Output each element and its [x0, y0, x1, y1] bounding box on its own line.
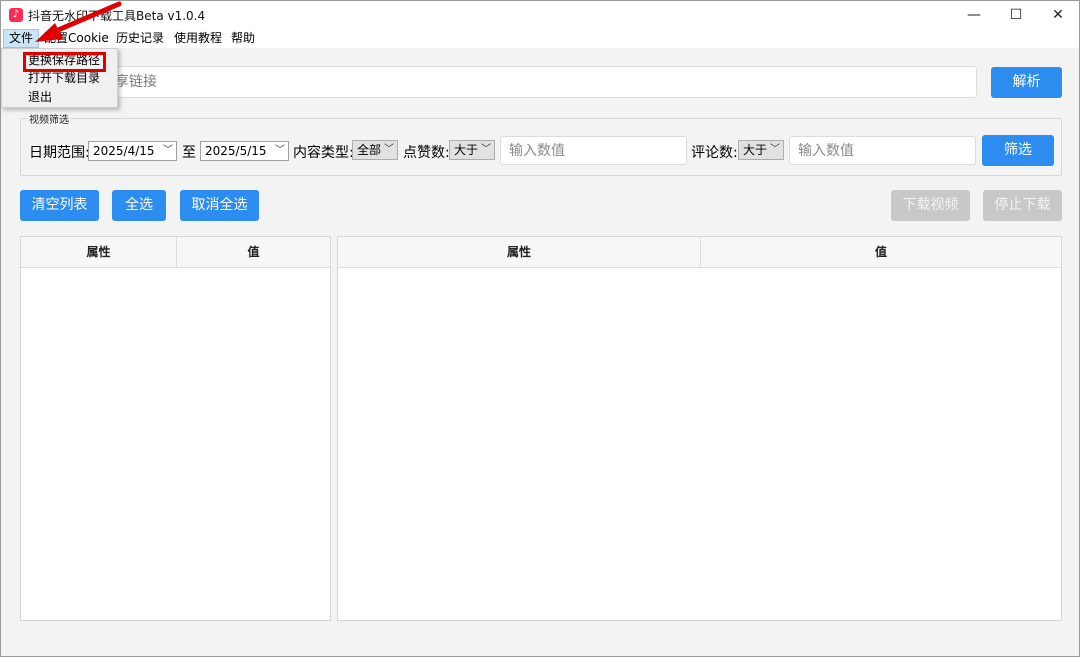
- comments-operator-select[interactable]: 大于 ﹀: [738, 140, 784, 160]
- chevron-down-icon: ﹀: [770, 144, 780, 155]
- parse-button[interactable]: 解析: [991, 67, 1062, 98]
- filter-button[interactable]: 筛选: [982, 135, 1054, 166]
- annotation-arrow-icon: [35, 1, 122, 42]
- menu-item-exit[interactable]: 退出: [2, 88, 117, 107]
- video-filter-legend: 视频筛选: [27, 111, 71, 126]
- right-table-header-value[interactable]: 值: [700, 237, 1061, 268]
- app-window: ♪ 抖音无水印下载工具Beta v1.0.4 — ☐ ✕ 文件 配置Cookie…: [0, 0, 1080, 657]
- content-type-label: 内容类型:: [293, 145, 354, 161]
- stop-download-button[interactable]: 停止下载: [983, 190, 1062, 221]
- comments-value-input[interactable]: [789, 136, 976, 165]
- menu-tutorial[interactable]: 使用教程: [169, 29, 227, 48]
- left-table-header-value[interactable]: 值: [176, 237, 330, 268]
- right-property-table: 属性 值: [337, 236, 1062, 621]
- likes-value-input[interactable]: [500, 136, 687, 165]
- left-property-table: 属性 值: [20, 236, 331, 621]
- chevron-down-icon: ﹀: [384, 144, 394, 155]
- chevron-down-icon: ﹀: [163, 145, 173, 156]
- close-button[interactable]: ✕: [1035, 1, 1079, 29]
- content-type-select[interactable]: 全部 ﹀: [352, 140, 398, 160]
- minimize-button[interactable]: —: [951, 1, 997, 29]
- date-end-picker[interactable]: 2025/5/15 ﹀: [200, 141, 289, 161]
- title-bar: ♪ 抖音无水印下载工具Beta v1.0.4 — ☐ ✕: [1, 1, 1079, 29]
- download-video-button[interactable]: 下载视频: [891, 190, 970, 221]
- chevron-down-icon: ﹀: [481, 144, 491, 155]
- menu-bar: 文件 配置Cookie 历史记录 使用教程 帮助: [1, 29, 1079, 48]
- date-start-value: 2025/4/15: [93, 144, 155, 158]
- maximize-button[interactable]: ☐: [993, 1, 1039, 29]
- menu-help[interactable]: 帮助: [226, 29, 260, 48]
- chevron-down-icon: ﹀: [275, 145, 285, 156]
- date-to-label: 至: [182, 145, 196, 161]
- left-table-header-property[interactable]: 属性: [21, 237, 176, 268]
- likes-operator-value: 大于: [454, 143, 479, 157]
- content-type-value: 全部: [357, 143, 382, 157]
- comments-operator-value: 大于: [743, 143, 768, 157]
- comments-label: 评论数:: [691, 145, 738, 161]
- date-end-value: 2025/5/15: [205, 144, 267, 158]
- likes-label: 点赞数:: [403, 145, 450, 161]
- select-all-button[interactable]: 全选: [112, 190, 166, 221]
- right-table-header-property[interactable]: 属性: [338, 237, 700, 268]
- clear-list-button[interactable]: 清空列表: [20, 190, 99, 221]
- likes-operator-select[interactable]: 大于 ﹀: [449, 140, 495, 160]
- share-link-input[interactable]: [20, 66, 977, 98]
- deselect-all-button[interactable]: 取消全选: [180, 190, 259, 221]
- date-start-picker[interactable]: 2025/4/15 ﹀: [88, 141, 177, 161]
- date-range-label: 日期范围:: [29, 145, 90, 161]
